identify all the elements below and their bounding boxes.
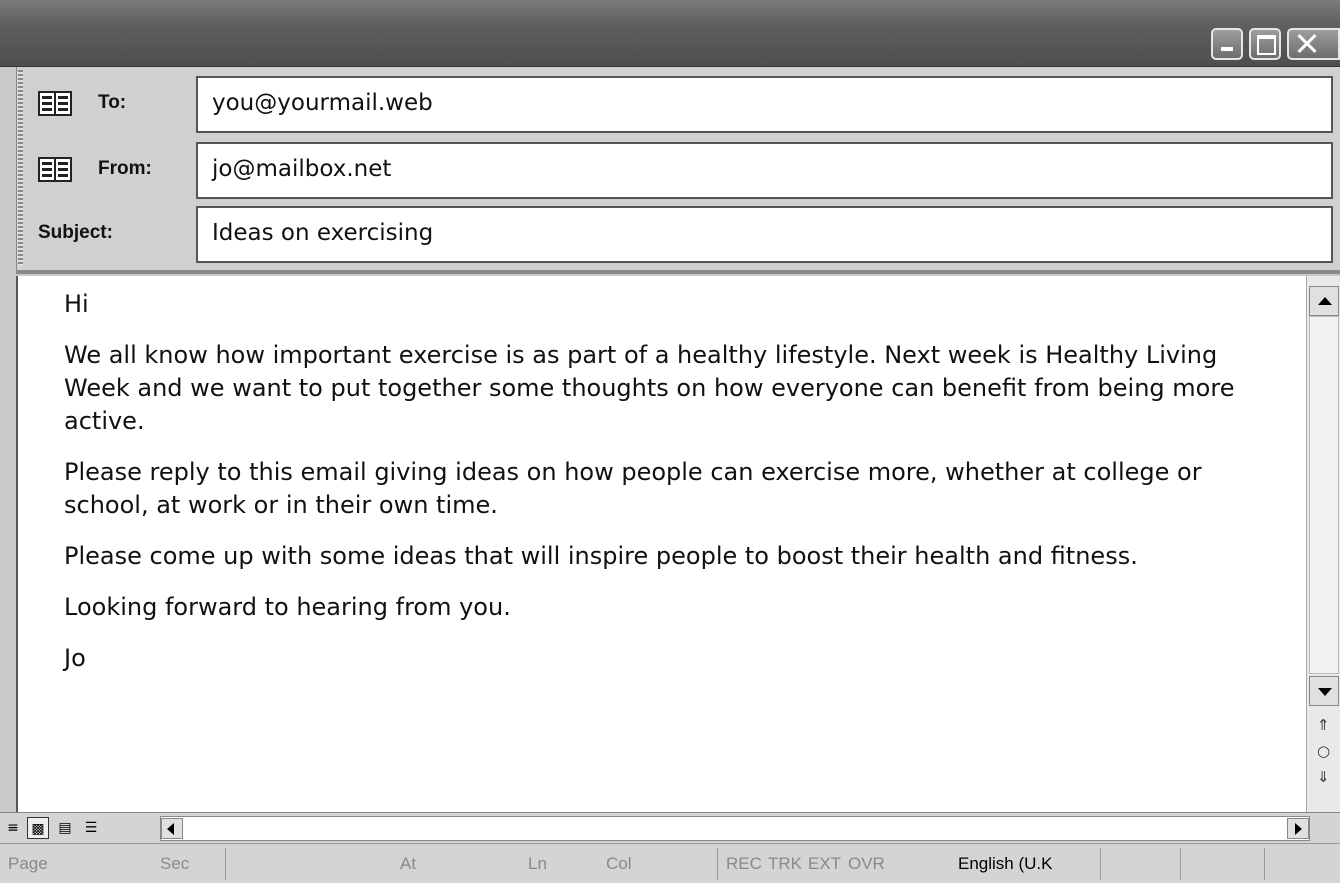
scroll-up-button[interactable] [1309, 286, 1339, 316]
address-book-icon[interactable] [38, 156, 72, 183]
status-trk[interactable]: TRK [768, 854, 802, 874]
status-section: Sec [160, 854, 190, 873]
arrow-right-icon [1295, 823, 1302, 835]
status-at: At [400, 854, 417, 873]
status-bar: Page Sec At Ln Col REC TRK EXT OVR Engli… [0, 843, 1340, 883]
status-line: Ln [528, 854, 547, 873]
status-divider [1264, 848, 1265, 880]
status-page: Page [8, 854, 48, 873]
body-paragraph: We all know how important exercise is as… [64, 341, 1235, 435]
select-browse-object-icon[interactable]: ○ [1317, 742, 1330, 760]
scroll-track[interactable] [1309, 316, 1339, 674]
status-divider [225, 848, 226, 880]
subject-row: Subject: Ideas on exercising [16, 200, 1340, 264]
to-label: To: [98, 92, 127, 113]
status-divider [1100, 848, 1101, 880]
maximize-button[interactable] [1249, 28, 1281, 60]
header-divider [16, 270, 1340, 274]
body-paragraph: Looking forward to hearing from you. [64, 593, 511, 621]
status-divider [1180, 848, 1181, 880]
from-label: From: [98, 158, 152, 179]
from-row: From: jo@mailbox.net [16, 136, 1340, 200]
status-rec[interactable]: REC [726, 854, 762, 874]
outline-view-icon[interactable]: ☰ [80, 817, 102, 839]
previous-page-icon[interactable]: ⇑ [1317, 716, 1330, 734]
next-page-icon[interactable]: ⇓ [1317, 768, 1330, 786]
horizontal-scrollbar[interactable] [160, 816, 1310, 841]
status-column: Col [606, 854, 632, 873]
status-language[interactable]: English (U.K [958, 854, 1052, 874]
email-window: To: you@yourmail.web From: jo@mailbox.ne… [0, 0, 1340, 883]
status-divider [717, 848, 718, 880]
message-text[interactable]: Hi We all know how important exercise is… [64, 288, 1274, 693]
scroll-left-button[interactable] [161, 818, 183, 839]
arrow-down-icon [1318, 688, 1332, 696]
web-layout-view-icon[interactable]: ▩ [27, 817, 49, 839]
title-bar[interactable] [0, 0, 1340, 67]
view-toolbar: ≡ ▩ ▤ ☰ [0, 812, 1340, 843]
normal-view-icon[interactable]: ≡ [2, 817, 24, 839]
body-paragraph: Jo [64, 644, 86, 672]
close-button[interactable] [1287, 28, 1340, 60]
to-field[interactable]: you@yourmail.web [196, 76, 1333, 133]
status-ext[interactable]: EXT [808, 854, 841, 874]
print-layout-view-icon[interactable]: ▤ [54, 817, 76, 839]
subject-label: Subject: [38, 222, 113, 243]
minimize-button[interactable] [1211, 28, 1243, 60]
subject-field[interactable]: Ideas on exercising [196, 206, 1333, 263]
to-row: To: you@yourmail.web [16, 70, 1340, 134]
body-paragraph: Please reply to this email giving ideas … [64, 458, 1202, 519]
scroll-down-button[interactable] [1309, 676, 1339, 706]
vertical-scrollbar[interactable]: ⇑ ○ ⇓ [1306, 276, 1340, 812]
message-body[interactable]: Hi We all know how important exercise is… [16, 276, 1308, 812]
arrow-left-icon [167, 823, 174, 835]
address-book-icon[interactable] [38, 90, 72, 117]
status-ovr[interactable]: OVR [848, 854, 885, 874]
body-paragraph: Please come up with some ideas that will… [64, 542, 1138, 570]
arrow-up-icon [1318, 297, 1332, 305]
from-field[interactable]: jo@mailbox.net [196, 142, 1333, 199]
body-paragraph: Hi [64, 290, 89, 318]
scroll-right-button[interactable] [1287, 818, 1309, 839]
